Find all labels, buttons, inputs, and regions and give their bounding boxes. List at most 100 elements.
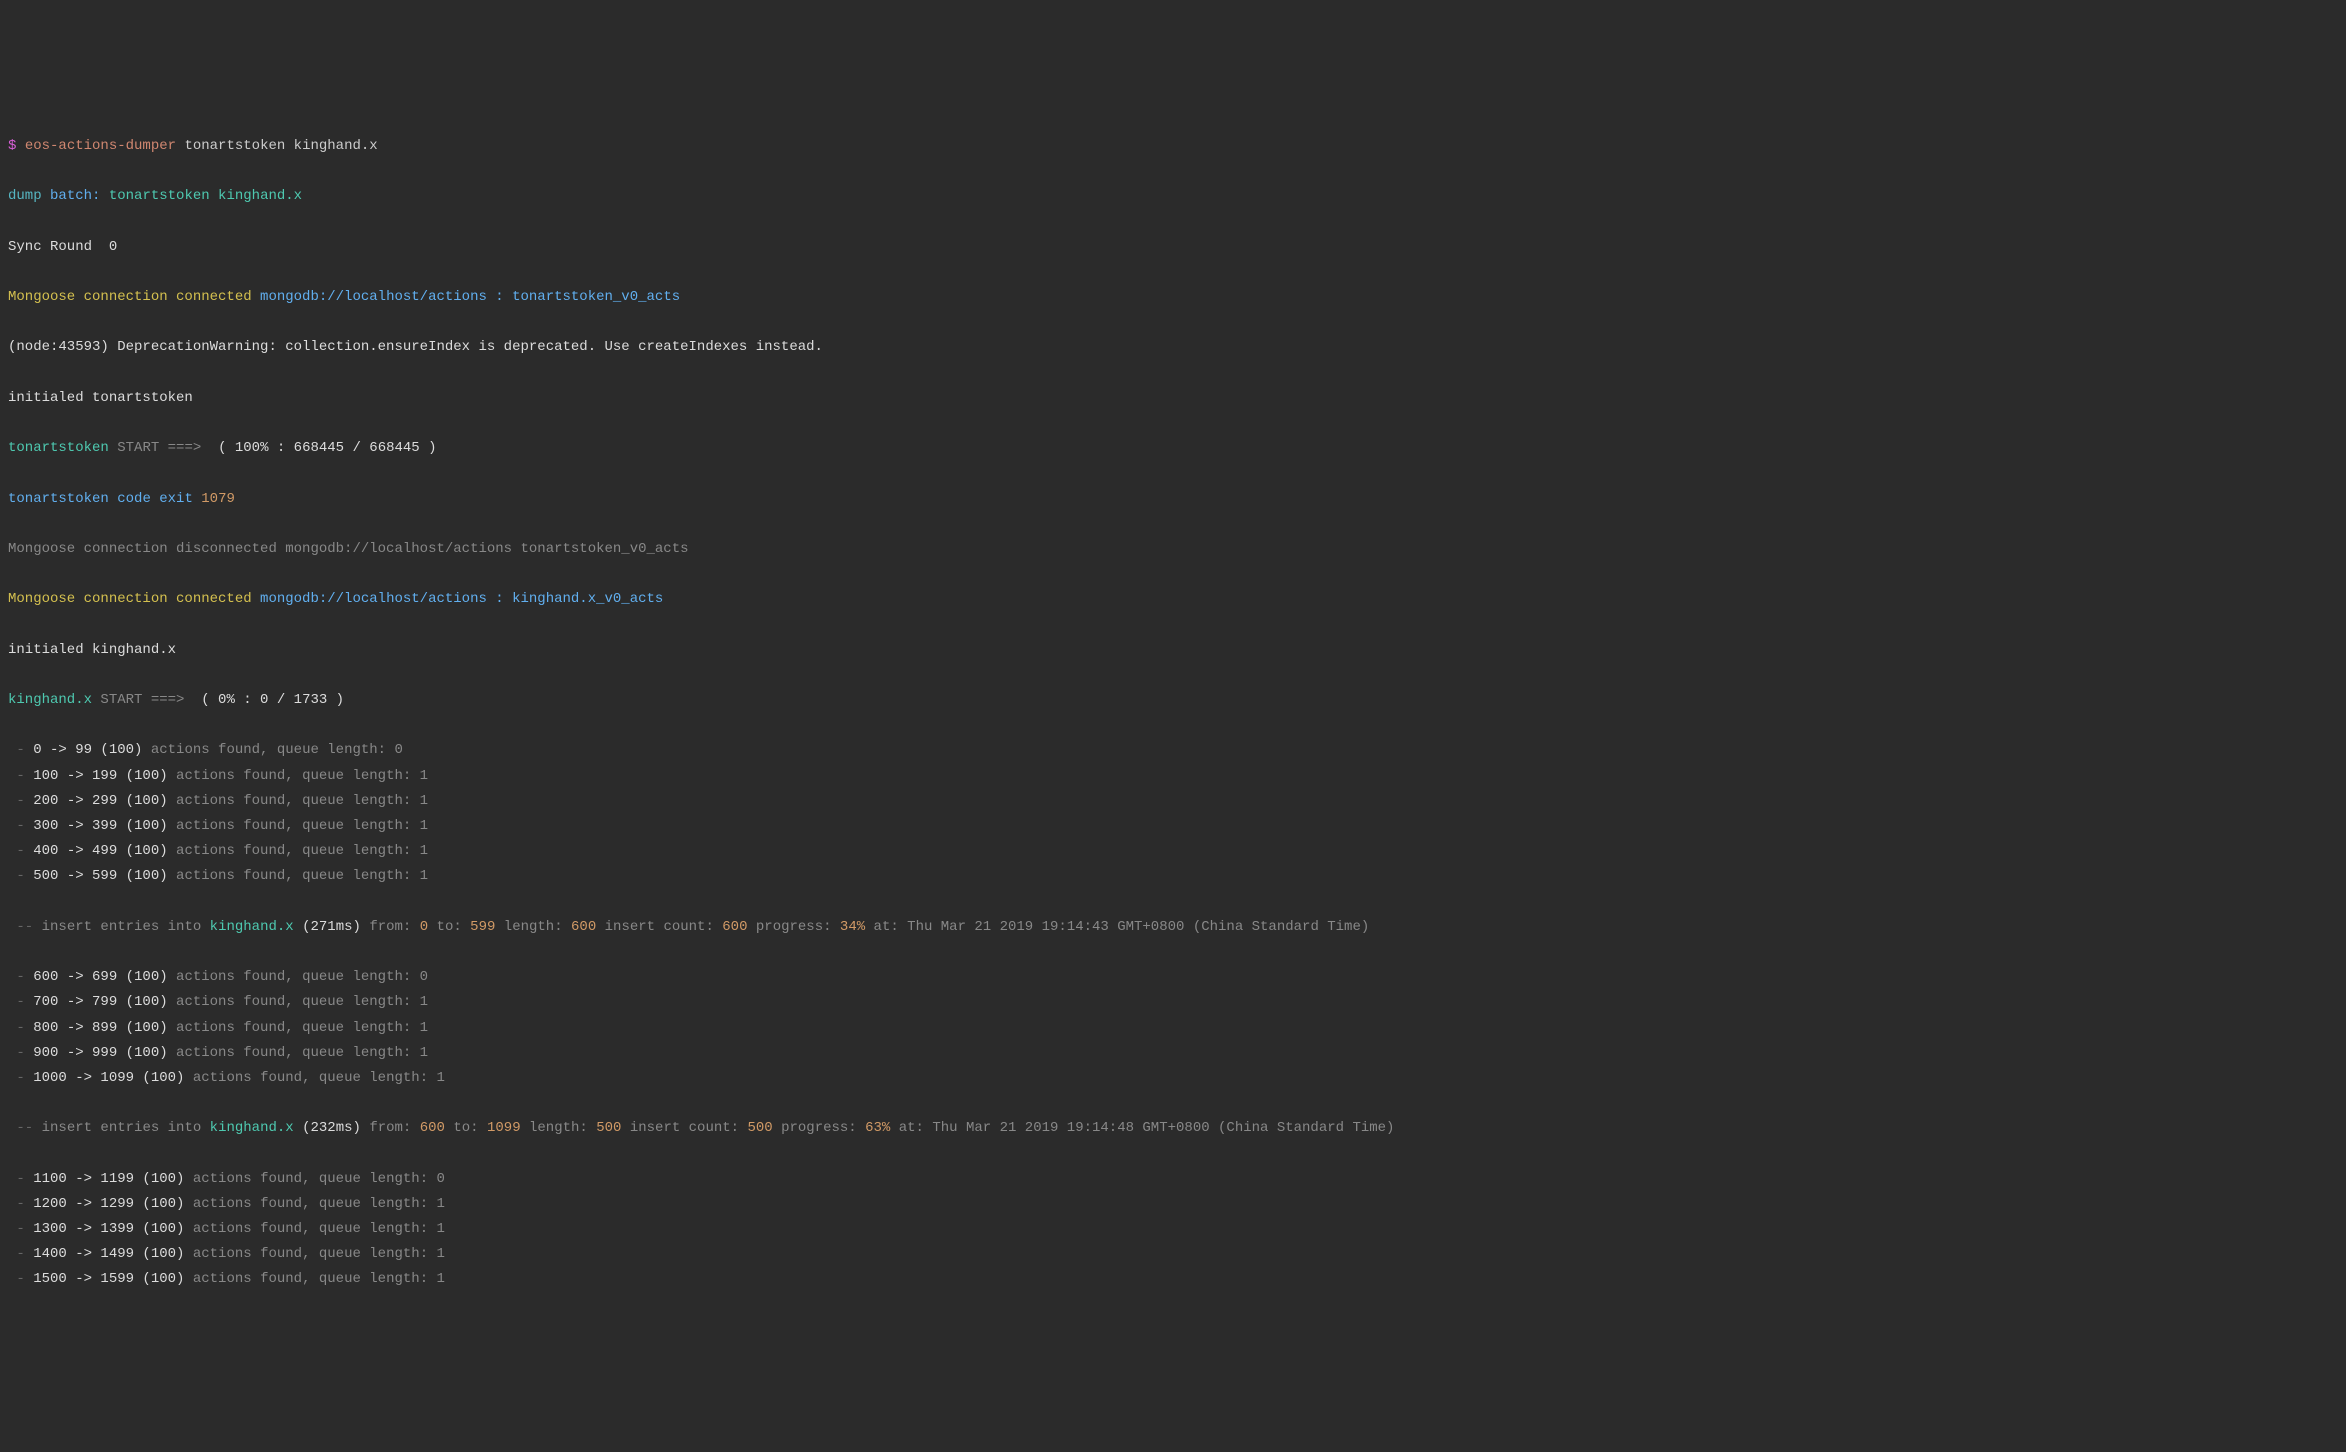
range-line: - 600 -> 699 (100) actions found, queue … [8, 965, 2338, 990]
progress-text: ( 100% : 668445 / 668445 ) [218, 440, 436, 456]
token-name: kinghand.x [8, 692, 92, 708]
range-line: - 1000 -> 1099 (100) actions found, queu… [8, 1066, 2338, 1091]
length-label: length: [504, 919, 563, 935]
dump-label: dump [8, 188, 42, 204]
ranges-block-1: - 0 -> 99 (100) actions found, queue len… [8, 738, 2338, 889]
exit-label: code exit [117, 491, 193, 507]
exit-code: 1079 [201, 491, 235, 507]
insert-name: kinghand.x [210, 1120, 294, 1136]
exit-name: tonartstoken [8, 491, 109, 507]
command-line[interactable]: $ eos-actions-dumper tonartstoken kingha… [8, 134, 2338, 159]
start-label: START ===> [117, 440, 201, 456]
mongoose-connected-1: Mongoose connection connected mongodb://… [8, 285, 2338, 310]
range-suffix: actions found, queue length: 0 [168, 969, 428, 985]
range-suffix: actions found, queue length: 1 [168, 843, 428, 859]
count-label: insert count: [605, 919, 714, 935]
length-val: 600 [571, 919, 596, 935]
from-val: 600 [420, 1120, 445, 1136]
dash: - [8, 994, 33, 1010]
range-suffix: actions found, queue length: 1 [168, 818, 428, 834]
batch-label: batch: [50, 188, 100, 204]
batch-args: tonartstoken kinghand.x [109, 188, 302, 204]
range-suffix: actions found, queue length: 1 [168, 868, 428, 884]
range-values: 500 -> 599 (100) [33, 868, 167, 884]
conn-url: mongodb://localhost/actions : kinghand.x… [260, 591, 663, 607]
range-line: - 200 -> 299 (100) actions found, queue … [8, 789, 2338, 814]
range-values: 1000 -> 1099 (100) [33, 1070, 184, 1086]
from-label: from: [369, 919, 411, 935]
dash: - [8, 843, 33, 859]
range-values: 1200 -> 1299 (100) [33, 1196, 184, 1212]
sync-round: Sync Round 0 [8, 235, 2338, 260]
range-line: - 300 -> 399 (100) actions found, queue … [8, 814, 2338, 839]
range-values: 200 -> 299 (100) [33, 793, 167, 809]
mongoose-connected-2: Mongoose connection connected mongodb://… [8, 587, 2338, 612]
dump-batch-line: dump batch: tonartstoken kinghand.x [8, 184, 2338, 209]
range-suffix: actions found, queue length: 1 [168, 1045, 428, 1061]
dash: - [8, 1246, 33, 1262]
range-suffix: actions found, queue length: 0 [184, 1171, 444, 1187]
conn-url: mongodb://localhost/actions : tonartstok… [260, 289, 680, 305]
progress-val: 34% [840, 919, 865, 935]
insert-timing: (271ms) [302, 919, 361, 935]
range-line: - 1200 -> 1299 (100) actions found, queu… [8, 1192, 2338, 1217]
range-suffix: actions found, queue length: 1 [184, 1246, 444, 1262]
dash: - [8, 1070, 33, 1086]
at-label: at: [874, 919, 899, 935]
range-suffix: actions found, queue length: 1 [184, 1070, 444, 1086]
exit-line: tonartstoken code exit 1079 [8, 487, 2338, 512]
command-args: tonartstoken kinghand.x [184, 138, 377, 154]
insert-line-1: -- insert entries into kinghand.x (271ms… [8, 915, 2338, 940]
range-line: - 0 -> 99 (100) actions found, queue len… [8, 738, 2338, 763]
range-line: - 400 -> 499 (100) actions found, queue … [8, 839, 2338, 864]
range-values: 900 -> 999 (100) [33, 1045, 167, 1061]
at-label: at: [899, 1120, 924, 1136]
range-values: 700 -> 799 (100) [33, 994, 167, 1010]
count-label: insert count: [630, 1120, 739, 1136]
dash: - [8, 768, 33, 784]
range-values: 1500 -> 1599 (100) [33, 1271, 184, 1287]
length-label: length: [529, 1120, 588, 1136]
initialed-2: initialed kinghand.x [8, 638, 2338, 663]
at-time: Thu Mar 21 2019 19:14:48 GMT+0800 (China… [932, 1120, 1394, 1136]
start-label: START ===> [100, 692, 184, 708]
dash: - [8, 1171, 33, 1187]
range-values: 400 -> 499 (100) [33, 843, 167, 859]
progress-label: progress: [756, 919, 832, 935]
dash: -- [8, 1120, 33, 1136]
dash: - [8, 818, 33, 834]
range-values: 600 -> 699 (100) [33, 969, 167, 985]
token-name: tonartstoken [8, 440, 109, 456]
range-line: - 1100 -> 1199 (100) actions found, queu… [8, 1167, 2338, 1192]
deprecation-warning: (node:43593) DeprecationWarning: collect… [8, 335, 2338, 360]
token-start-2: kinghand.x START ===> ( 0% : 0 / 1733 ) [8, 688, 2338, 713]
conn-status: Mongoose connection connected [8, 591, 252, 607]
insert-prefix: insert entries into [42, 1120, 202, 1136]
at-time: Thu Mar 21 2019 19:14:43 GMT+0800 (China… [907, 919, 1369, 935]
prompt-symbol: $ [8, 138, 16, 154]
dash: - [8, 1271, 33, 1287]
range-values: 300 -> 399 (100) [33, 818, 167, 834]
range-values: 1300 -> 1399 (100) [33, 1221, 184, 1237]
range-line: - 1400 -> 1499 (100) actions found, queu… [8, 1242, 2338, 1267]
progress-label: progress: [781, 1120, 857, 1136]
to-val: 1099 [487, 1120, 521, 1136]
to-label: to: [453, 1120, 478, 1136]
range-values: 0 -> 99 (100) [33, 742, 142, 758]
initialed-1: initialed tonartstoken [8, 386, 2338, 411]
range-suffix: actions found, queue length: 1 [184, 1221, 444, 1237]
range-line: - 800 -> 899 (100) actions found, queue … [8, 1016, 2338, 1041]
dash: - [8, 969, 33, 985]
range-values: 100 -> 199 (100) [33, 768, 167, 784]
to-val: 599 [470, 919, 495, 935]
dash: - [8, 742, 33, 758]
range-line: - 100 -> 199 (100) actions found, queue … [8, 764, 2338, 789]
length-val: 500 [596, 1120, 621, 1136]
dash: -- [8, 919, 33, 935]
dash: - [8, 1045, 33, 1061]
count-val: 500 [747, 1120, 772, 1136]
dash: - [8, 1221, 33, 1237]
dash: - [8, 1196, 33, 1212]
range-suffix: actions found, queue length: 1 [168, 793, 428, 809]
range-suffix: actions found, queue length: 0 [142, 742, 402, 758]
